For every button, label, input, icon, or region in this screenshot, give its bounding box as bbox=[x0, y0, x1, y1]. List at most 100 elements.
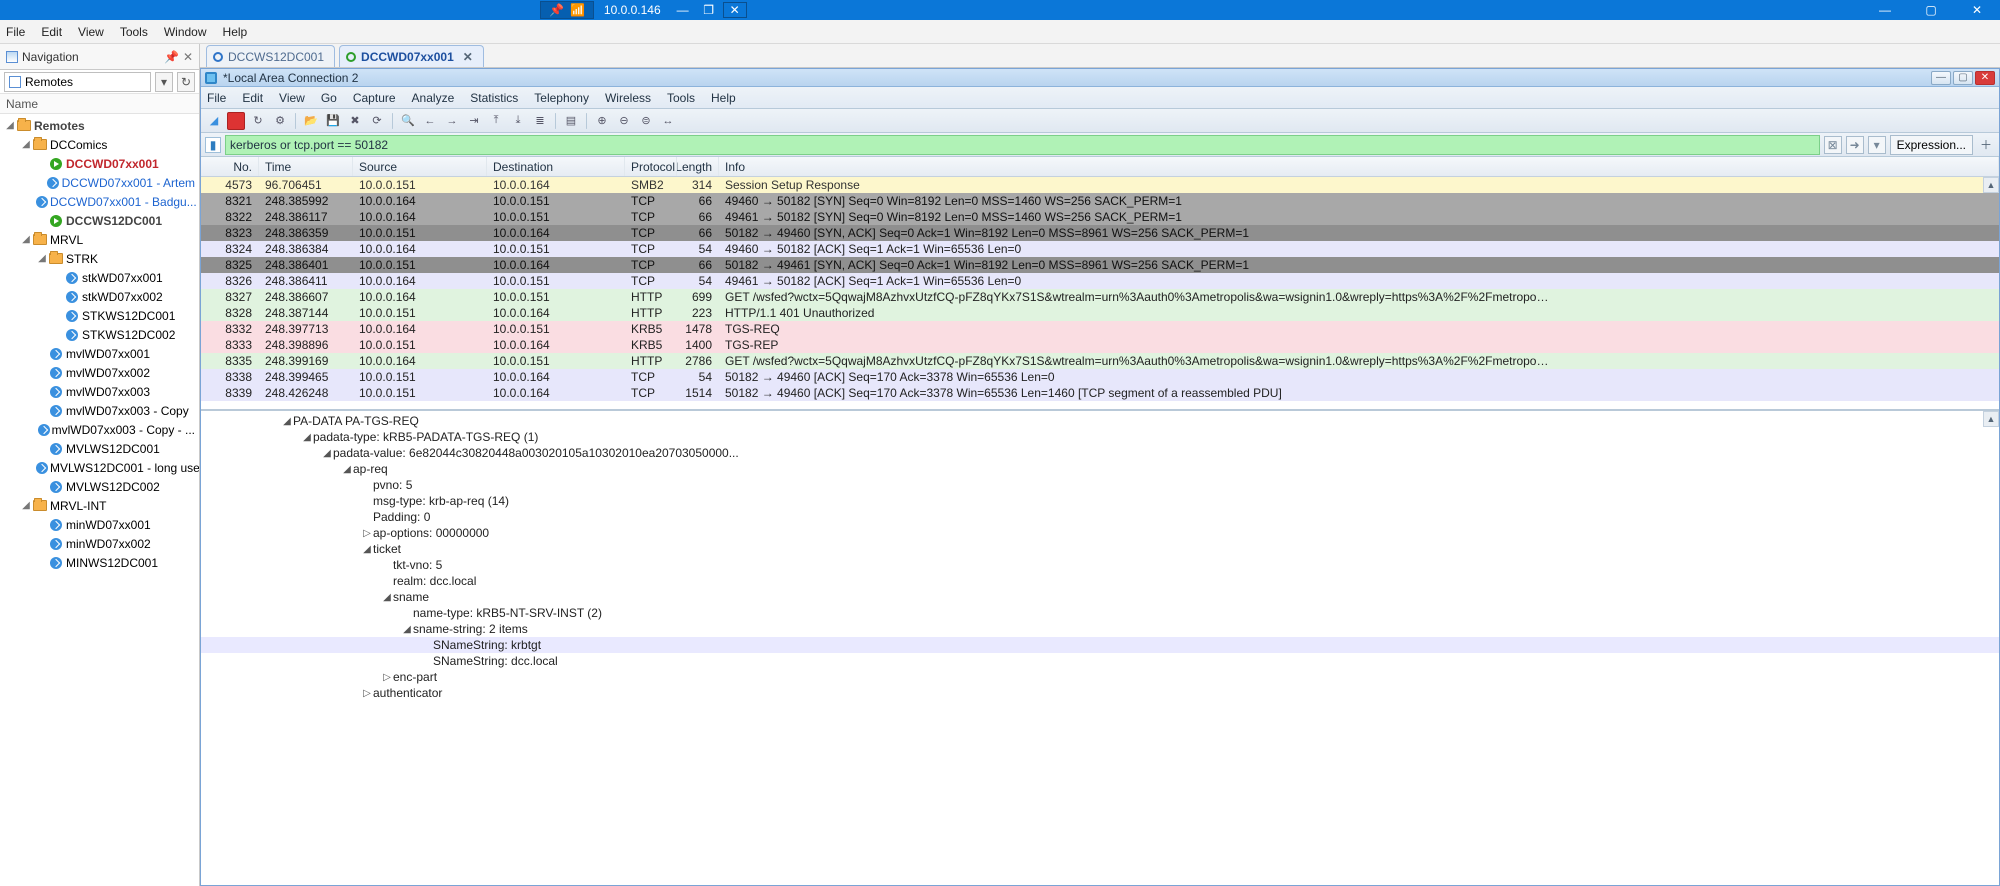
scroll-up-icon[interactable]: ▲ bbox=[1983, 177, 1999, 193]
tree-node[interactable]: MVLWS12DC002 bbox=[0, 477, 199, 496]
col-dst[interactable]: Destination bbox=[487, 157, 625, 176]
expand-icon[interactable]: ◢ bbox=[4, 120, 16, 131]
packet-list-header[interactable]: No. Time Source Destination Protocol Len… bbox=[201, 157, 1999, 177]
tree-node[interactable]: ◢STRK bbox=[0, 249, 199, 268]
detail-node[interactable]: msg-type: krb-ap-req (14) bbox=[201, 493, 1999, 509]
tree-node[interactable]: ◢MRVL-INT bbox=[0, 496, 199, 515]
expand-icon[interactable]: ◢ bbox=[20, 500, 32, 511]
ws-menu-statistics[interactable]: Statistics bbox=[470, 91, 518, 105]
outer-minimize-button[interactable]: — bbox=[1862, 0, 1908, 20]
detail-node[interactable]: ▷authenticator bbox=[201, 685, 1999, 701]
menu-tools[interactable]: Tools bbox=[120, 25, 148, 39]
outer-maximize-button[interactable]: ▢ bbox=[1908, 0, 1954, 20]
packet-row[interactable]: 8332248.39771310.0.0.16410.0.0.151KRB514… bbox=[201, 321, 1999, 337]
detail-node[interactable]: SNameString: dcc.local bbox=[201, 653, 1999, 669]
zoom-in-icon[interactable]: ⊕ bbox=[593, 112, 611, 130]
expand-icon[interactable]: ◢ bbox=[401, 624, 413, 635]
tree-node[interactable]: MVLWS12DC001 bbox=[0, 439, 199, 458]
expand-icon[interactable]: ▷ bbox=[361, 688, 373, 699]
packet-row[interactable]: 8335248.39916910.0.0.16410.0.0.151HTTP27… bbox=[201, 353, 1999, 369]
expand-icon[interactable]: ◢ bbox=[20, 234, 32, 245]
start-capture-icon[interactable]: ◢ bbox=[205, 112, 223, 130]
detail-node[interactable]: ◢sname bbox=[201, 589, 1999, 605]
detail-node[interactable]: ◢PA-DATA PA-TGS-REQ bbox=[201, 413, 1999, 429]
expand-icon[interactable]: ◢ bbox=[341, 464, 353, 475]
go-forward-icon[interactable]: → bbox=[443, 112, 461, 130]
recent-filter-button[interactable]: ▾ bbox=[1868, 136, 1886, 154]
capture-options-icon[interactable]: ⚙ bbox=[271, 112, 289, 130]
stop-capture-icon[interactable] bbox=[227, 112, 245, 130]
detail-node[interactable]: name-type: kRB5-NT-SRV-INST (2) bbox=[201, 605, 1999, 621]
add-filter-button[interactable]: ＋ bbox=[1977, 136, 1995, 154]
inner-close-button[interactable]: ✕ bbox=[723, 2, 747, 18]
col-src[interactable]: Source bbox=[353, 157, 487, 176]
expression-button[interactable]: Expression... bbox=[1890, 135, 1973, 155]
expand-icon[interactable]: ◢ bbox=[381, 592, 393, 603]
col-time[interactable]: Time bbox=[259, 157, 353, 176]
packet-row[interactable]: 8338248.39946510.0.0.15110.0.0.164TCP545… bbox=[201, 369, 1999, 385]
tree-node[interactable]: mvlWD07xx003 bbox=[0, 382, 199, 401]
apply-filter-button[interactable]: ➜ bbox=[1846, 136, 1864, 154]
packet-row[interactable]: 8333248.39889610.0.0.15110.0.0.164KRB514… bbox=[201, 337, 1999, 353]
menu-help[interactable]: Help bbox=[223, 25, 248, 39]
close-panel-icon[interactable]: ✕ bbox=[183, 50, 193, 64]
ws-close-button[interactable]: ✕ bbox=[1975, 71, 1995, 85]
ws-menu-file[interactable]: File bbox=[207, 91, 226, 105]
tab-dccws12dc001[interactable]: DCCWS12DC001 bbox=[206, 45, 335, 67]
clear-filter-button[interactable]: ⊠ bbox=[1824, 136, 1842, 154]
menu-file[interactable]: File bbox=[6, 25, 25, 39]
colorize-icon[interactable]: ▤ bbox=[562, 112, 580, 130]
ws-menu-help[interactable]: Help bbox=[711, 91, 736, 105]
go-to-packet-icon[interactable]: ⇥ bbox=[465, 112, 483, 130]
expand-icon[interactable]: ▷ bbox=[381, 672, 393, 683]
tab-dccwd07xx001[interactable]: DCCWD07xx001 ✕ bbox=[339, 45, 484, 67]
tree-node[interactable]: ◢Remotes bbox=[0, 116, 199, 135]
tree-node[interactable]: DCCWD07xx001 - Badgu... bbox=[0, 192, 199, 211]
detail-node[interactable]: ◢ap-req bbox=[201, 461, 1999, 477]
tree-node[interactable]: mvlWD07xx002 bbox=[0, 363, 199, 382]
tree-node[interactable]: mvlWD07xx001 bbox=[0, 344, 199, 363]
ws-menu-wireless[interactable]: Wireless bbox=[605, 91, 651, 105]
detail-node[interactable]: SNameString: krbtgt bbox=[201, 637, 1999, 653]
remotes-refresh-button[interactable]: ↻ bbox=[177, 72, 195, 92]
go-last-icon[interactable]: ⤓ bbox=[509, 112, 527, 130]
close-file-icon[interactable]: ✖ bbox=[346, 112, 364, 130]
ws-menu-telephony[interactable]: Telephony bbox=[534, 91, 589, 105]
expand-icon[interactable]: ◢ bbox=[361, 544, 373, 555]
detail-node[interactable]: tkt-vno: 5 bbox=[201, 557, 1999, 573]
detail-node[interactable]: ◢padata-value: 6e82044c30820448a00302010… bbox=[201, 445, 1999, 461]
packet-row[interactable]: 8322248.38611710.0.0.16410.0.0.151TCP664… bbox=[201, 209, 1999, 225]
tree-node[interactable]: stkWD07xx002 bbox=[0, 287, 199, 306]
menu-view[interactable]: View bbox=[78, 25, 104, 39]
tree-node[interactable]: MVLWS12DC001 - long user bbox=[0, 458, 199, 477]
ws-menu-view[interactable]: View bbox=[279, 91, 305, 105]
ws-menu-analyze[interactable]: Analyze bbox=[412, 91, 455, 105]
reload-icon[interactable]: ⟳ bbox=[368, 112, 386, 130]
ws-menu-capture[interactable]: Capture bbox=[353, 91, 396, 105]
packet-list[interactable]: ▲ 457396.70645110.0.0.15110.0.0.164SMB23… bbox=[201, 177, 1999, 409]
col-proto[interactable]: Protocol bbox=[625, 157, 677, 176]
tree-node[interactable]: stkWD07xx001 bbox=[0, 268, 199, 287]
packet-row[interactable]: 8321248.38599210.0.0.16410.0.0.151TCP664… bbox=[201, 193, 1999, 209]
remotes-selector[interactable]: Remotes bbox=[4, 72, 151, 92]
menu-edit[interactable]: Edit bbox=[41, 25, 62, 39]
col-no[interactable]: No. bbox=[201, 157, 259, 176]
expand-icon[interactable]: ◢ bbox=[301, 432, 313, 443]
tree-node[interactable]: MINWS12DC001 bbox=[0, 553, 199, 572]
detail-node[interactable]: ▷ap-options: 00000000 bbox=[201, 525, 1999, 541]
detail-node[interactable]: pvno: 5 bbox=[201, 477, 1999, 493]
tree-node[interactable]: ◢DCComics bbox=[0, 135, 199, 154]
packet-row[interactable]: 8323248.38635910.0.0.15110.0.0.164TCP665… bbox=[201, 225, 1999, 241]
outer-close-button[interactable]: ✕ bbox=[1954, 0, 2000, 20]
packet-details-tree[interactable]: ▲ ◢PA-DATA PA-TGS-REQ◢padata-type: kRB5-… bbox=[201, 409, 1999, 885]
expand-icon[interactable]: ◢ bbox=[321, 448, 333, 459]
packet-row[interactable]: 8326248.38641110.0.0.16410.0.0.151TCP544… bbox=[201, 273, 1999, 289]
open-file-icon[interactable]: 📂 bbox=[302, 112, 320, 130]
ws-minimize-button[interactable]: — bbox=[1931, 71, 1951, 85]
find-packet-icon[interactable]: 🔍 bbox=[399, 112, 417, 130]
pin-icon[interactable]: 📌 bbox=[164, 50, 179, 64]
tree-node[interactable]: minWD07xx001 bbox=[0, 515, 199, 534]
tab-close-icon[interactable]: ✕ bbox=[463, 50, 473, 64]
zoom-reset-icon[interactable]: ⊜ bbox=[637, 112, 655, 130]
tree-node[interactable]: DCCWD07xx001 bbox=[0, 154, 199, 173]
